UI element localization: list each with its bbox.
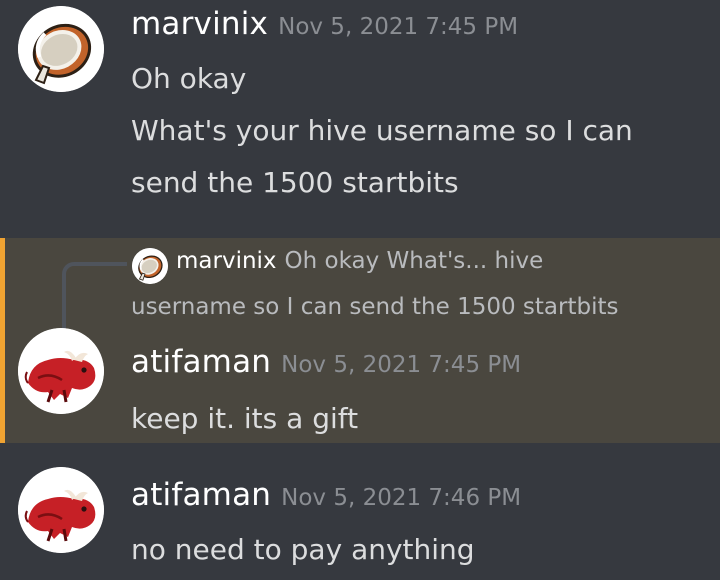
timestamp[interactable]: Nov 5, 2021 7:45 PM bbox=[278, 14, 518, 40]
message-text: send the 1500 startbits bbox=[131, 166, 459, 199]
highlighted-message-group: marvinix Oh okay What's... hive username … bbox=[0, 238, 720, 443]
reply-author[interactable]: marvinix bbox=[176, 248, 277, 274]
red-bull-icon bbox=[18, 467, 104, 553]
reply-preview[interactable]: marvinix Oh okay What's... hive bbox=[176, 248, 543, 274]
message-text: keep it. its a gift bbox=[131, 402, 359, 435]
author-name[interactable]: marvinix bbox=[131, 6, 268, 42]
author-name[interactable]: atifaman bbox=[131, 344, 271, 380]
message-group: marvinix Nov 5, 2021 7:45 PM Oh okay What… bbox=[0, 0, 720, 238]
timestamp[interactable]: Nov 5, 2021 7:45 PM bbox=[281, 352, 521, 378]
reply-avatar[interactable] bbox=[132, 248, 168, 284]
message-header: atifaman Nov 5, 2021 7:45 PM bbox=[131, 344, 521, 380]
message-group: atifaman Nov 5, 2021 7:46 PM no need to p… bbox=[0, 443, 720, 580]
reply-snippet: Oh okay What's... hive bbox=[284, 248, 544, 274]
red-bull-icon bbox=[18, 328, 104, 414]
message-header: atifaman Nov 5, 2021 7:46 PM bbox=[131, 477, 521, 513]
coconut-icon bbox=[18, 6, 104, 92]
reply-snippet: username so I can send the 1500 startbit… bbox=[131, 294, 619, 320]
user-avatar[interactable] bbox=[18, 6, 104, 92]
author-name[interactable]: atifaman bbox=[131, 477, 271, 513]
message-text: What's your hive username so I can bbox=[131, 114, 633, 147]
coconut-icon bbox=[132, 248, 168, 284]
message-header: marvinix Nov 5, 2021 7:45 PM bbox=[131, 6, 518, 42]
user-avatar[interactable] bbox=[18, 328, 104, 414]
message-text: Oh okay bbox=[131, 62, 247, 95]
timestamp[interactable]: Nov 5, 2021 7:46 PM bbox=[281, 485, 521, 511]
message-text: no need to pay anything bbox=[131, 533, 475, 566]
user-avatar[interactable] bbox=[18, 467, 104, 553]
